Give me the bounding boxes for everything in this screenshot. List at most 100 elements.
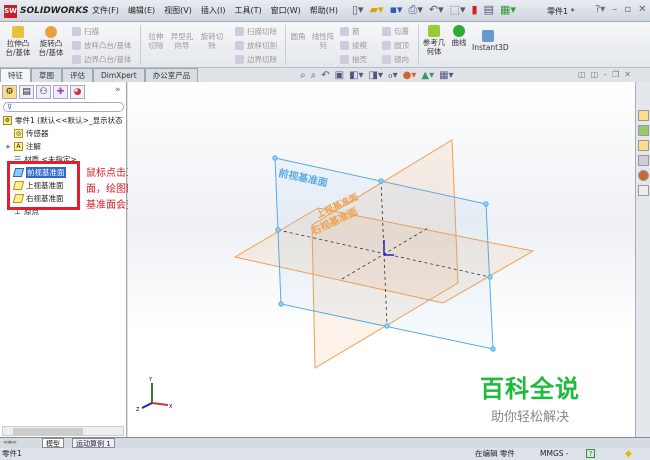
draft-button[interactable]: 拔模 [340,40,367,51]
status-bar: 零件1 在编辑 零件 MMGS - ? ◆ [0,448,650,460]
revolve-boss-button[interactable]: 旋转凸台/基体 [37,26,65,57]
expand-icon[interactable]: + [5,143,11,151]
appearances-icon[interactable] [638,170,649,181]
boundary-cut-icon [235,55,244,64]
wrap-button[interactable]: 包覆 [382,26,409,37]
tree-root-part[interactable]: ⚙ 零件1 (默认<<默认>_显示状态 [3,115,123,126]
extrude-boss-icon [12,26,24,38]
hole-wizard-button[interactable]: 异型孔向导 [170,32,194,50]
scrollbar-thumb[interactable] [13,428,83,435]
tab-dimxpert[interactable]: DimXpert [93,68,145,82]
property-manager-tab-icon[interactable]: ▤ [19,85,34,99]
tab-evaluate[interactable]: 评估 [62,68,93,82]
doc-minimize-icon[interactable]: – [603,70,607,79]
menu-window[interactable]: 窗口(W) [271,5,301,16]
divider [418,25,419,65]
configuration-manager-tab-icon[interactable]: ⚇ [36,85,51,99]
design-library-icon[interactable] [638,125,649,136]
boundary-cut-button[interactable]: 边界切除 [235,54,277,65]
svg-text:Z: Z [136,407,140,413]
undo-icon[interactable]: ↶▾ [429,3,444,17]
shell-button[interactable]: 抽壳 [340,54,367,65]
panel-horizontal-scrollbar[interactable] [2,426,124,436]
open-icon[interactable]: ▰▾ [370,3,384,17]
tree-filter-input[interactable]: ⊽ [3,102,124,112]
view-palette-icon[interactable] [638,155,649,166]
loft-cut-button[interactable]: 放样切割 [235,40,277,51]
rib-button[interactable]: 筋 [340,26,360,37]
scene-icon[interactable]: ▲▾ [421,70,434,81]
options-icon[interactable]: ▦▾ [500,3,516,17]
tab-features[interactable]: 特征 [0,68,31,82]
display-style-icon[interactable]: ◨▾ [369,70,383,81]
help-icon[interactable]: ? [586,449,595,458]
file-properties-icon[interactable]: ▤ [484,3,494,17]
menu-tools[interactable]: 工具(T) [234,5,261,16]
extrude-cut-button[interactable]: 拉伸切除 [145,32,167,50]
linear-pattern-button[interactable]: 线性阵列 [311,32,335,50]
units-selector[interactable]: MMGS - [540,448,569,460]
dome-button[interactable]: 圆顶 [382,40,409,51]
solidworks-logo[interactable]: SW SOLIDWORKS [4,4,89,18]
display-manager-tab-icon[interactable]: ◕ [70,85,85,99]
print-icon[interactable]: ⎙▾ [409,3,423,17]
dimxpert-manager-tab-icon[interactable]: ✚ [53,85,68,99]
tab-motion-study[interactable]: 运动算例 1 [72,438,115,448]
tab-office-products[interactable]: 办公室产品 [144,68,199,82]
tab-scroll-arrows[interactable]: ◂◂▸▸ [3,438,17,446]
view-orientation-icon[interactable]: ◧▾ [349,70,363,81]
menu-file[interactable]: 文件(F) [92,5,119,16]
tag-icon[interactable]: ◆ [625,448,632,460]
zoom-to-fit-icon[interactable]: ⌕ [300,70,306,81]
instant3d-button[interactable]: Instant3D [472,30,509,52]
split-vertical-icon[interactable]: ◫ [591,70,599,79]
menu-help[interactable]: 帮助(H) [310,5,338,16]
close-icon[interactable]: ✕ [638,4,646,15]
custom-properties-icon[interactable] [638,185,649,196]
annotation-icon: A [13,142,23,151]
sweep-button[interactable]: 扫描 [72,26,99,37]
sweep-cut-button[interactable]: 扫描切除 [235,26,277,37]
menu-edit[interactable]: 编辑(E) [128,5,155,16]
hide-show-icon[interactable]: ℴ▾ [388,70,398,81]
tree-item-sensors[interactable]: ◎ 传感器 [14,128,49,139]
reference-geometry-button[interactable]: 参考几何体 [420,25,448,56]
highlight-box [7,161,80,210]
view-settings-icon[interactable]: ▦▾ [439,70,453,81]
panel-tabs: ⚙ ▤ ⚇ ✚ ◕ » [2,85,121,99]
appearance-icon[interactable]: ●▾ [403,70,417,81]
tab-sketch[interactable]: 草图 [31,68,62,82]
fillet-button[interactable]: 圆角 [288,32,308,41]
resources-icon[interactable] [638,110,649,121]
loft-icon [72,41,81,50]
help-icon[interactable]: ?▾ [595,4,605,15]
quick-access-toolbar: ▯▾ ▰▾ ▪▾ ⎙▾ ↶▾ ⬚▾ ▮ ▤ ▦▾ [352,3,516,17]
revolve-cut-button[interactable]: 旋转切除 [200,32,224,50]
new-icon[interactable]: ▯▾ [352,3,364,17]
boundary-icon [72,55,81,64]
loft-boss-button[interactable]: 放样凸台/基体 [72,40,132,51]
curves-button[interactable]: 曲线 [449,25,469,47]
previous-view-icon[interactable]: ↶ [321,70,329,81]
tree-item-annotations[interactable]: + A 注解 [5,141,41,152]
zoom-area-icon[interactable]: ⌕ [311,70,317,81]
boundary-boss-button[interactable]: 边界凸台/基体 [72,54,132,65]
doc-close-icon[interactable]: ✕ [624,70,631,79]
expand-panel-icon[interactable]: » [115,85,121,99]
tab-model[interactable]: 模型 [42,438,64,448]
menu-view[interactable]: 视图(V) [164,5,192,16]
feature-manager-tab-icon[interactable]: ⚙ [2,85,17,99]
mirror-button[interactable]: 镜向 [382,54,409,65]
shell-icon [340,55,349,64]
section-view-icon[interactable]: ▣ [335,70,344,81]
extrude-boss-button[interactable]: 拉伸凸台/基体 [4,26,32,57]
save-icon[interactable]: ▪▾ [390,3,403,17]
select-icon[interactable]: ⬚▾ [450,3,466,17]
file-explorer-icon[interactable] [638,140,649,151]
minimize-icon[interactable]: – [612,4,617,15]
menu-insert[interactable]: 插入(I) [201,5,226,16]
split-horizontal-icon[interactable]: ◫ [578,70,586,79]
rebuild-icon[interactable]: ▮ [472,3,478,17]
doc-restore-icon[interactable]: ❐ [612,70,619,79]
restore-icon[interactable]: ▫ [624,4,631,15]
